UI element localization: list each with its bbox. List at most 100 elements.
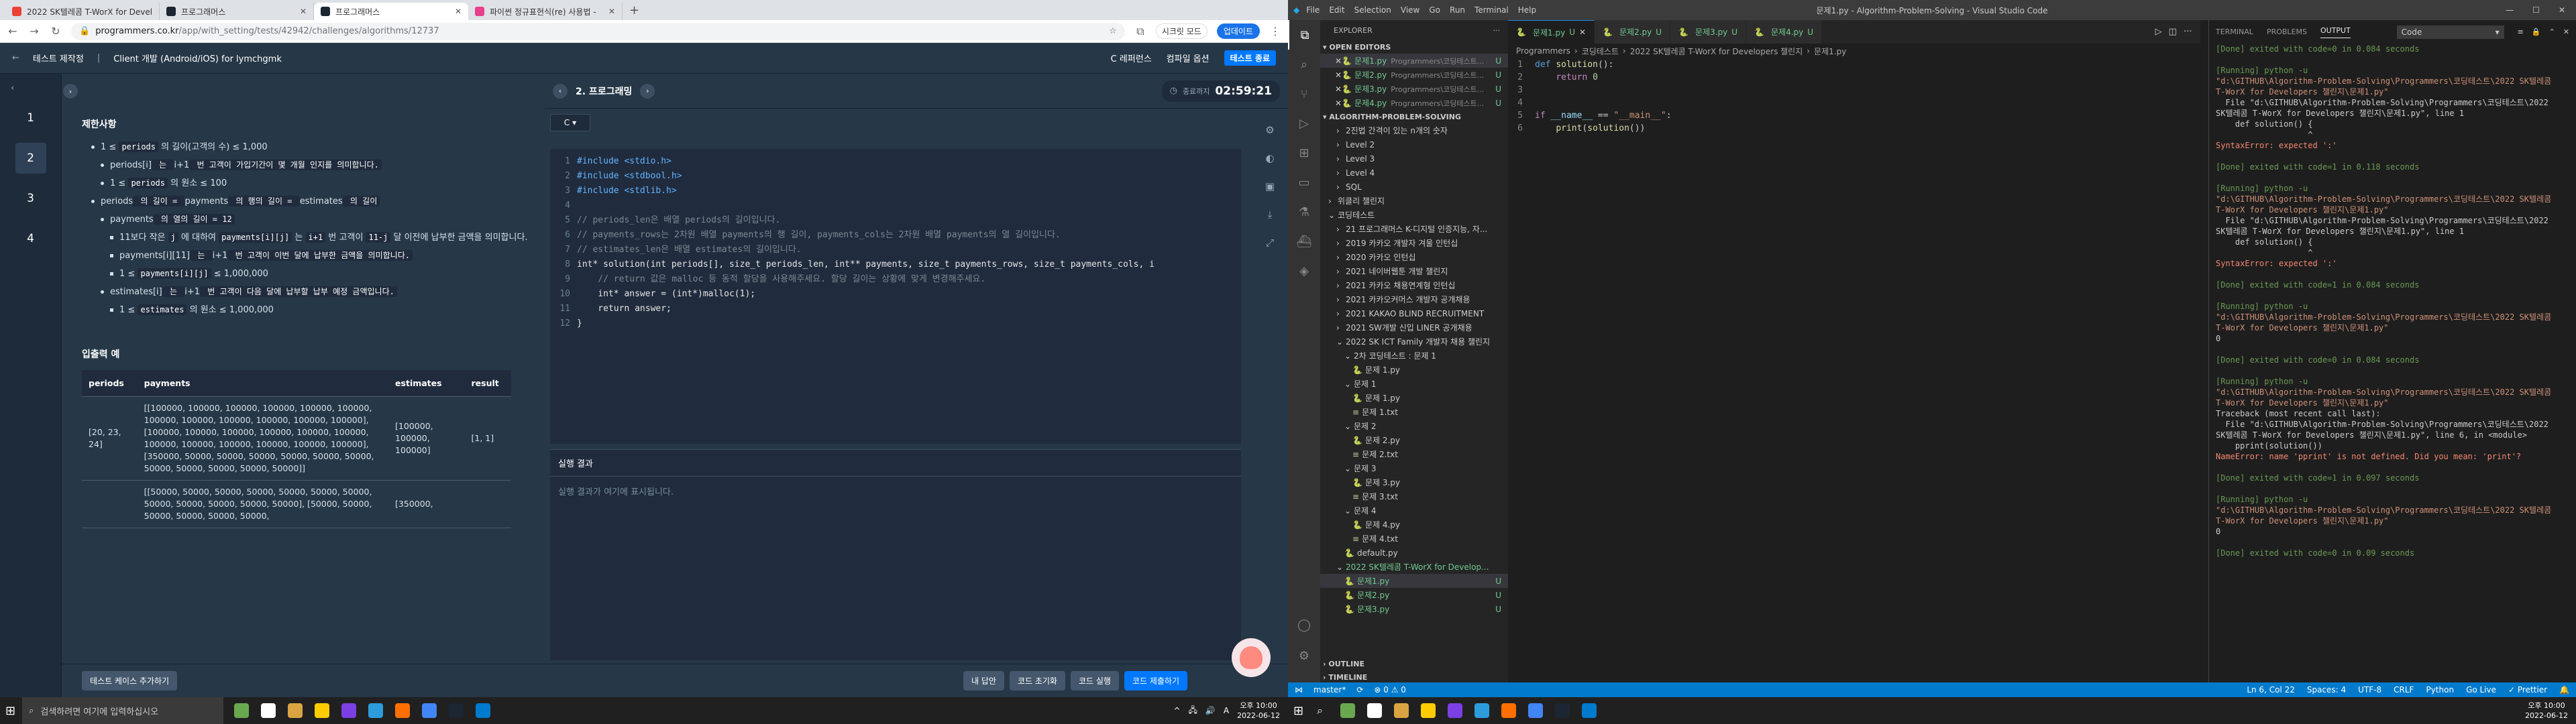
tab-output[interactable]: OUTPUT <box>2320 26 2351 38</box>
taskbar-app-icon[interactable] <box>315 703 330 718</box>
settings-icon[interactable]: ⚙ <box>1263 124 1277 137</box>
question-3-button[interactable]: 3 <box>15 183 46 214</box>
chevron-left-icon[interactable]: ‹ <box>11 83 14 93</box>
extensions-icon[interactable]: ⊞ <box>1288 138 1320 168</box>
tree-item[interactable]: › 2021 카카오 채용연계형 인턴십 <box>1320 278 1508 292</box>
menu-terminal[interactable]: Terminal <box>1474 5 1509 15</box>
forward-icon[interactable]: → <box>28 25 40 38</box>
volume-icon[interactable]: 🔊 <box>1205 706 1216 715</box>
breadcrumb-item[interactable]: 2022 SK텔레콤 T-WorX for Developers 챌린지 <box>1630 46 1803 57</box>
browser-tab[interactable]: 파이썬 정규표현식(re) 사용법 - ✕ <box>468 3 623 20</box>
tree-item[interactable]: 🐍 문제 4.py <box>1320 518 1508 532</box>
menu-selection[interactable]: Selection <box>1354 5 1391 15</box>
theme-icon[interactable]: ◐ <box>1263 152 1277 166</box>
output-channel-select[interactable]: Code ▾ <box>2396 25 2504 39</box>
tree-item[interactable]: 🐍 문제1.py U <box>1320 574 1508 588</box>
mascot-chat-icon[interactable] <box>1232 638 1271 677</box>
taskbar-app-icon[interactable] <box>1501 703 1517 718</box>
compile-options-link[interactable]: 컴파일 옵션 <box>1167 52 1210 64</box>
language-select[interactable]: C ▾ <box>550 114 590 131</box>
clock[interactable]: 오후 10:00 2022-06-12 <box>2525 701 2568 721</box>
tree-item[interactable]: ⌄ 문제 2 <box>1320 419 1508 433</box>
tree-item[interactable]: › Level 2 <box>1320 137 1508 152</box>
secret-mode-badge[interactable]: 시크릿 모드 <box>1155 23 1208 39</box>
taskbar-app-icon[interactable] <box>449 703 464 718</box>
close-icon[interactable]: ✕ <box>1335 84 1342 94</box>
project-header[interactable]: ▾ ALGORITHM-PROBLEM-SOLVING <box>1320 110 1508 123</box>
reload-icon[interactable]: ↻ <box>50 25 62 38</box>
more-icon[interactable]: ⋮ <box>1269 25 1281 38</box>
tree-item[interactable]: › 2021 카카오커머스 개발자 공개채용 <box>1320 292 1508 306</box>
menu-go[interactable]: Go <box>1429 5 1440 15</box>
outline-header[interactable]: › OUTLINE <box>1320 657 1508 670</box>
collapse-icon[interactable]: › <box>63 84 78 99</box>
editor-tab[interactable]: 🐍 문제3.py U <box>1670 20 1747 44</box>
extensions-icon[interactable]: ⧉ <box>1134 25 1146 38</box>
remote-icon[interactable]: ⋈ <box>1295 685 1303 695</box>
docker-icon[interactable]: ⛴ <box>1288 227 1320 256</box>
reset-code-button[interactable]: 코드 초기화 <box>1009 671 1065 690</box>
open-editor-item[interactable]: ✕ 🐍 문제1.py Programmers\코딩테스트... U <box>1320 54 1508 68</box>
tree-item[interactable]: ⌄ 문제 4 <box>1320 503 1508 518</box>
menu-edit[interactable]: Edit <box>1329 5 1344 15</box>
tree-item[interactable]: ≡ 문제 4.txt <box>1320 532 1508 546</box>
clear-output-icon[interactable]: ≡ <box>2518 27 2524 36</box>
remote-explorer-icon[interactable]: ▭ <box>1288 168 1320 197</box>
tab-close-icon[interactable]: ✕ <box>300 7 307 16</box>
maximize-icon[interactable]: ☐ <box>2532 5 2540 15</box>
close-icon[interactable]: ✕ <box>1335 70 1342 80</box>
language-mode[interactable]: Python <box>2426 685 2454 695</box>
close-icon[interactable]: ✕ <box>1335 56 1342 66</box>
browser-tab[interactable]: 2022 SK텔레콤 T-WorX for Devel✕ <box>5 3 160 20</box>
clock[interactable]: 오후 10:00 2022-06-12 <box>1237 701 1280 721</box>
go-live[interactable]: Go Live <box>2466 685 2496 695</box>
taskbar-app-icon[interactable] <box>1582 703 1597 718</box>
tree-item[interactable]: ≡ 문제 3.txt <box>1320 489 1508 503</box>
close-icon[interactable]: ✕ <box>2559 5 2565 15</box>
fullscreen-icon[interactable]: ⤢ <box>1263 237 1277 250</box>
taskbar-app-icon[interactable] <box>1367 703 1383 718</box>
taskbar-app-icon[interactable] <box>341 703 357 718</box>
git-branch[interactable]: master* <box>1313 685 1346 695</box>
url-input[interactable]: 🔒 programmers.co.kr/app/with_setting/tes… <box>71 22 1125 40</box>
next-problem-icon[interactable]: › <box>640 83 655 99</box>
tab-close-icon[interactable]: ✕ <box>608 7 615 16</box>
testing-icon[interactable]: ⚗ <box>1288 197 1320 227</box>
code-editor[interactable]: 1 #include <stdio.h> 2 #include <stdbool.h>… <box>550 149 1241 444</box>
back-icon[interactable]: ← <box>7 25 19 38</box>
taskbar-app-icon[interactable] <box>1555 703 1570 718</box>
minimize-icon[interactable]: — <box>2506 5 2514 15</box>
question-2-button[interactable]: 2 <box>15 143 46 174</box>
question-4-button[interactable]: 4 <box>15 223 46 254</box>
tree-item[interactable]: ≡ 문제 1.txt <box>1320 405 1508 419</box>
problems-count[interactable]: ⊗ 0 ⚠ 0 <box>1374 685 1406 695</box>
taskbar-app-icon[interactable] <box>395 703 411 718</box>
taskbar-app-icon[interactable] <box>234 703 250 718</box>
notifications-icon[interactable]: 🔔 <box>2559 685 2569 695</box>
search-icon[interactable]: ⌕ <box>1317 704 1323 717</box>
star-icon[interactable]: ☆ <box>1109 26 1117 36</box>
open-editors-header[interactable]: ▾ OPEN EDITORS <box>1320 40 1508 54</box>
indentation[interactable]: Spaces: 4 <box>2307 685 2346 695</box>
submit-code-button[interactable]: 코드 제출하기 <box>1124 671 1187 690</box>
windows-start-icon[interactable]: ⊞ <box>5 704 15 718</box>
taskbar-app-icon[interactable] <box>1340 703 1356 718</box>
source-control-icon[interactable]: ⑂ <box>1288 79 1320 109</box>
back-arrow-icon[interactable]: ← <box>12 53 19 63</box>
tree-item[interactable]: ⌄ 2차 코딩테스트 : 문제 1 <box>1320 349 1508 363</box>
tree-item[interactable]: › 2021 SW개발 신입 LINER 공개채용 <box>1320 320 1508 335</box>
c-reference-link[interactable]: C 레퍼런스 <box>1111 52 1152 64</box>
my-answer-button[interactable]: 내 답안 <box>963 671 1004 690</box>
taskbar-app-icon[interactable] <box>422 703 437 718</box>
split-editor-icon[interactable]: ◫ <box>2169 27 2177 37</box>
breadcrumb-course[interactable]: Client 개발 (Android/iOS) for lymchgmk <box>113 52 282 64</box>
open-editor-item[interactable]: ✕ 🐍 문제4.py Programmers\코딩테스트... U <box>1320 96 1508 110</box>
breadcrumb-item[interactable]: 코딩테스트 <box>1582 46 1619 57</box>
explorer-more-icon[interactable]: ··· <box>1493 26 1509 35</box>
explorer-icon[interactable]: ⧉ <box>1288 20 1320 50</box>
taskbar-app-icon[interactable] <box>476 703 491 718</box>
close-icon[interactable]: ✕ <box>1335 99 1342 108</box>
add-test-case-button[interactable]: 테스트 케이스 추가하기 <box>82 671 178 690</box>
ime-icon[interactable]: A <box>1224 706 1229 715</box>
tree-item[interactable]: 🐍 default.py <box>1320 546 1508 560</box>
